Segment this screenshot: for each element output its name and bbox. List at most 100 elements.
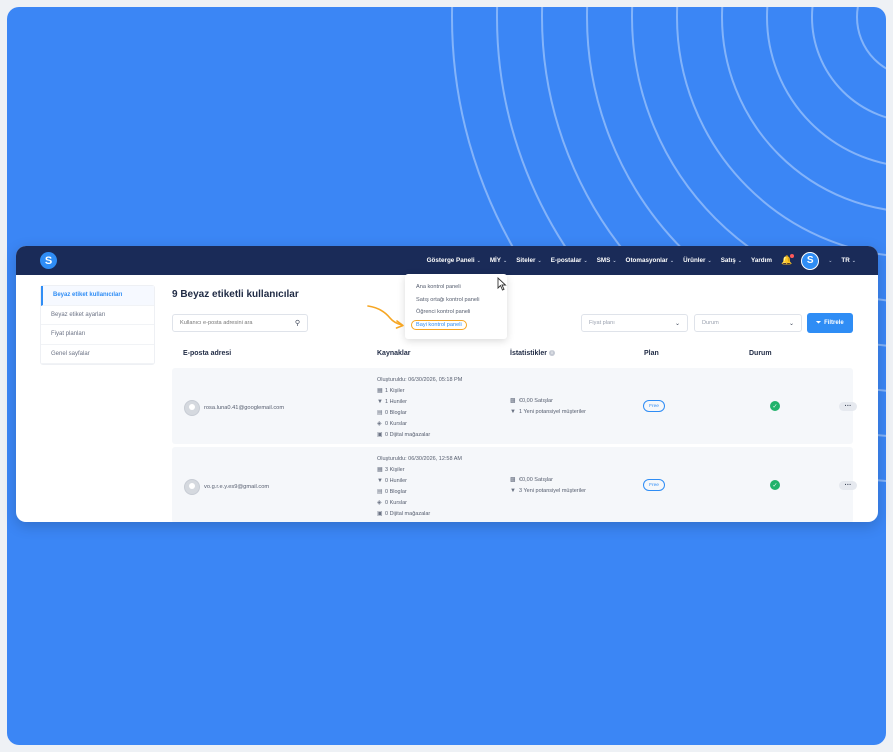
nav-crm[interactable]: MİY ⌄ — [490, 257, 507, 264]
status-check-icon: ✓ — [770, 480, 780, 490]
search-icon[interactable]: ⚲ — [295, 319, 300, 327]
row-email: vo.g.r.e.y.es9@gmail.com — [204, 484, 270, 490]
search-box[interactable]: ⚲ — [172, 314, 308, 332]
column-header-email: E-posta adresi — [183, 350, 232, 357]
mouse-cursor-icon — [497, 277, 507, 291]
contacts-icon: ▦ — [377, 387, 383, 394]
nav-label: Yardım — [750, 257, 772, 264]
nav-sites[interactable]: Siteler ⌄ — [516, 257, 541, 264]
funnel-icon: ▼ — [510, 408, 516, 415]
source-funnels: ▼ 1 Huniler — [377, 397, 462, 408]
stat-label: €0,00 Satışlar — [519, 398, 553, 404]
user-avatar[interactable]: S — [801, 251, 820, 270]
plan-badge: Free — [643, 400, 665, 412]
filter-button[interactable]: ⏷ Filtrele — [807, 313, 853, 333]
source-courses: ◈ 0 Kurslar — [377, 419, 462, 430]
source-blogs: ▤ 0 Bloglar — [377, 408, 462, 419]
top-navigation-bar: S Gösterge Paneli ⌄ MİY ⌄ Siteler ⌄ E-posta… — [16, 246, 878, 275]
menu-item-reseller-dashboard[interactable]: Bayi kontrol paneli — [405, 319, 507, 332]
table-row: rosa.luna0.41@googlemail.com Oluşturuldu… — [172, 368, 857, 444]
nav-dashboard[interactable]: Gösterge Paneli ⌄ — [427, 257, 481, 264]
stat-label: 3 Yeni potansiyel müşteriler — [519, 487, 586, 494]
dashboard-dropdown-menu: Ana kontrol paneli Satış ortağı kontrol … — [405, 274, 507, 339]
bell-icon[interactable]: 🔔 — [781, 254, 795, 266]
nav-emails[interactable]: E-postalar ⌄ — [551, 257, 588, 264]
price-plan-select[interactable]: Fiyat planı ⌄ — [581, 314, 688, 332]
stat-leads: ▼ 3 Yeni potansiyel müşteriler — [510, 486, 586, 497]
column-header-status: Durum — [749, 350, 772, 357]
blog-icon: ▤ — [377, 488, 383, 495]
funnel-icon: ▼ — [377, 398, 383, 405]
nav-help[interactable]: Yardım — [751, 257, 772, 264]
chevron-down-icon: ⌄ — [476, 257, 481, 264]
money-icon: ▩ — [510, 477, 516, 483]
sidebar-item-general-pages[interactable]: Genel sayfalar — [41, 345, 154, 364]
column-header-stats: İstatistikler i — [510, 350, 555, 357]
status-check-icon: ✓ — [770, 401, 780, 411]
nav-products[interactable]: Ürünler ⌄ — [683, 257, 712, 264]
nav-automations[interactable]: Otomasyonlar ⌄ — [626, 257, 675, 264]
chevron-down-icon: ⌄ — [737, 257, 742, 264]
source-label: 0 Bloglar — [385, 488, 407, 495]
info-icon[interactable]: i — [548, 350, 555, 357]
course-icon: ◈ — [377, 499, 382, 506]
row-stats: ▩ €0,00 Satışlar ▼ 3 Yeni potansiyel müşte… — [510, 475, 586, 496]
language-selector[interactable]: TR ⌄ — [841, 257, 856, 264]
more-options-button[interactable]: ··· — [839, 481, 857, 490]
row-sources: Oluşturuldu: 06/30/2026, 12:58 AM ▦ 3 Kiş… — [377, 454, 462, 519]
store-icon: ▣ — [377, 431, 383, 438]
source-label: 0 Kurslar — [385, 499, 408, 506]
source-digital-stores: ▣ 0 Dijital mağazalar — [377, 430, 462, 441]
search-input[interactable] — [180, 320, 295, 326]
nav-label: SMS — [596, 257, 611, 264]
main-nav: Gösterge Paneli ⌄ MİY ⌄ Siteler ⌄ E-postala… — [427, 246, 856, 275]
app-logo[interactable]: S — [40, 252, 57, 269]
source-label: 0 Kurslar — [385, 420, 408, 427]
sidebar-item-white-label-users[interactable]: Beyaz etiket kullanıcıları — [41, 286, 154, 306]
sidebar-item-white-label-settings[interactable]: Beyaz etiket ayarları — [41, 306, 154, 325]
sidebar: Beyaz etiket kullanıcıları Beyaz etiket … — [40, 285, 155, 365]
screenshot-frame: S Gösterge Paneli ⌄ MİY ⌄ Siteler ⌄ E-posta… — [0, 0, 893, 752]
funnel-icon: ▼ — [510, 487, 516, 494]
stat-leads: ▼ 1 Yeni potansiyel müşteriler — [510, 407, 586, 418]
stats-header-label: İstatistikler — [510, 350, 547, 357]
menu-item-label: Satış ortağı kontrol paneli — [416, 296, 480, 303]
source-contacts: ▦ 3 Kişiler — [377, 465, 462, 476]
stat-sales: ▩ €0,00 Satışlar — [510, 475, 586, 486]
menu-item-affiliate-dashboard[interactable]: Satış ortağı kontrol paneli — [405, 294, 507, 307]
column-header-sources: Kaynaklar — [377, 350, 411, 357]
menu-item-label: Ana kontrol paneli — [416, 284, 461, 291]
filter-button-label: Filtrele — [824, 320, 844, 326]
menu-item-student-dashboard[interactable]: Öğrenci kontrol paneli — [405, 306, 507, 319]
stat-label: 1 Yeni potansiyel müşteriler — [519, 408, 586, 415]
more-options-button[interactable]: ··· — [839, 402, 857, 411]
notification-dot — [790, 254, 795, 258]
nav-sales[interactable]: Satış ⌄ — [721, 257, 742, 264]
nav-label: Gösterge Paneli — [426, 257, 475, 264]
chevron-down-icon: ⌄ — [674, 320, 680, 327]
chevron-down-icon: ⌄ — [851, 257, 856, 264]
sidebar-item-price-plans[interactable]: Fiyat planları — [41, 325, 154, 345]
chevron-down-icon: ⌄ — [612, 257, 617, 264]
source-label: 0 Huniler — [385, 477, 408, 484]
filter-icon: ⏷ — [816, 319, 822, 326]
source-label: 1 Huniler — [385, 398, 408, 405]
user-avatar-placeholder — [184, 479, 200, 495]
chevron-down-icon: ⌄ — [669, 257, 675, 264]
nav-sms[interactable]: SMS ⌄ — [597, 257, 617, 264]
status-select[interactable]: Durum ⌄ — [694, 314, 802, 332]
blog-icon: ▤ — [377, 409, 383, 416]
source-label: 0 Bloglar — [385, 409, 407, 416]
chevron-down-icon[interactable]: ⌄ — [828, 258, 832, 264]
app-window: S Gösterge Paneli ⌄ MİY ⌄ Siteler ⌄ E-posta… — [16, 246, 878, 522]
chevron-down-icon: ⌄ — [788, 320, 794, 327]
contacts-icon: ▦ — [377, 466, 383, 473]
source-label: 0 Dijital mağazalar — [385, 431, 431, 438]
stat-label: €0,00 Satışlar — [519, 477, 553, 483]
nav-label: Siteler — [516, 257, 536, 264]
menu-item-main-dashboard[interactable]: Ana kontrol paneli — [405, 281, 507, 294]
source-label: 1 Kişiler — [385, 387, 405, 394]
money-icon: ▩ — [510, 398, 516, 404]
chevron-down-icon: ⌄ — [583, 257, 588, 264]
annotation-arrow-icon — [367, 305, 404, 329]
